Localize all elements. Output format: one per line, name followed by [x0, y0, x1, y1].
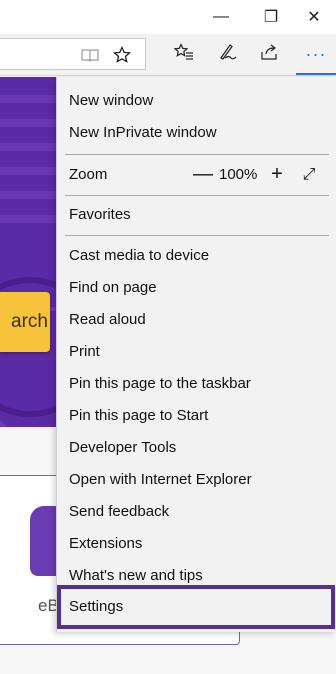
menu-item-send-feedback[interactable]: Send feedback	[69, 496, 169, 528]
menu-separator	[65, 235, 329, 236]
menu-item-settings-label: Settings	[69, 598, 124, 615]
search-button[interactable]: arch	[0, 292, 50, 352]
share-button[interactable]	[252, 38, 288, 70]
fullscreen-icon[interactable]: ⤢	[297, 159, 321, 191]
search-button-label: arch	[11, 311, 48, 332]
menu-item-new-window[interactable]: New window	[69, 85, 153, 117]
menu-item-cast-media[interactable]: Cast media to device	[69, 240, 209, 272]
hero-stripe	[0, 95, 60, 103]
reading-view-icon[interactable]	[78, 44, 102, 66]
browser-toolbar: ···	[0, 34, 336, 76]
menu-item-new-inprivate-window[interactable]: New InPrivate window	[69, 117, 217, 149]
more-icon: ···	[305, 43, 327, 64]
zoom-in-button[interactable]: +	[265, 159, 289, 191]
restore-button[interactable]: ❐	[246, 0, 296, 34]
menu-item-pin-start[interactable]: Pin this page to Start	[69, 400, 208, 432]
zoom-label: Zoom	[69, 166, 108, 183]
menu-item-pin-taskbar[interactable]: Pin this page to the taskbar	[69, 368, 251, 400]
minimize-icon: —	[213, 8, 229, 25]
hero-stripe	[0, 143, 60, 151]
menu-item-favorites[interactable]: Favorites	[69, 199, 131, 231]
menu-item-developer-tools[interactable]: Developer Tools	[69, 432, 176, 464]
share-icon	[260, 43, 280, 66]
zoom-row: Zoom — 100% + ⤢	[57, 159, 336, 191]
menu-item-settings[interactable]: Settings	[57, 585, 335, 629]
restore-icon: ❐	[263, 9, 279, 26]
close-button[interactable]: ✕	[292, 0, 336, 34]
zoom-out-button[interactable]: —	[191, 159, 215, 191]
more-button[interactable]: ···	[296, 38, 336, 70]
notes-button[interactable]	[210, 38, 246, 70]
favorites-hub-button[interactable]	[166, 38, 202, 70]
hero-stripe	[0, 215, 60, 223]
favorites-hub-icon	[173, 42, 194, 66]
hero-stripe	[0, 119, 60, 127]
minimize-button[interactable]: —	[196, 0, 246, 34]
menu-item-print[interactable]: Print	[69, 336, 100, 368]
menu-separator	[65, 154, 329, 155]
menu-item-find-on-page[interactable]: Find on page	[69, 272, 157, 304]
settings-more-menu: New window New InPrivate window Zoom — 1…	[56, 77, 336, 632]
title-bar: — ❐ ✕	[0, 0, 336, 34]
zoom-level: 100%	[219, 166, 258, 183]
hero-stripe	[0, 191, 60, 199]
menu-separator	[65, 195, 329, 196]
menu-item-open-with-ie[interactable]: Open with Internet Explorer	[69, 464, 252, 496]
address-bar[interactable]	[0, 38, 146, 70]
star-icon[interactable]	[110, 44, 134, 66]
menu-item-extensions[interactable]: Extensions	[69, 528, 142, 560]
menu-item-read-aloud[interactable]: Read aloud	[69, 304, 146, 336]
hero-banner	[0, 77, 60, 427]
active-indicator	[296, 73, 336, 75]
close-icon: ✕	[307, 9, 321, 26]
pen-icon	[218, 43, 238, 66]
hero-stripe	[0, 167, 60, 175]
